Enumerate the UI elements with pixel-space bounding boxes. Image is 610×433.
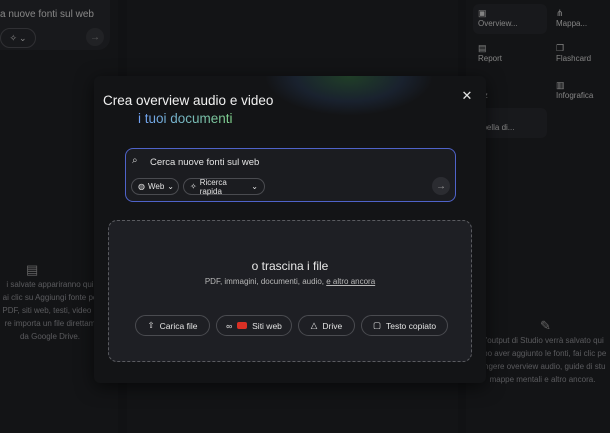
websites-button[interactable]: ∞ Siti web [216, 315, 292, 336]
youtube-icon [237, 322, 248, 329]
add-sources-dialog: Crea overview audio e video i tuoi docum… [94, 76, 486, 383]
drive-icon: △ [310, 320, 318, 330]
dropzone-heading: o trascina i file [251, 259, 329, 273]
upload-file-button[interactable]: ⇧ Carica file [135, 315, 210, 336]
source-web-dropdown[interactable]: ◍ Web ⌄ [131, 178, 179, 195]
drive-button[interactable]: △ Drive [298, 315, 355, 336]
dropzone-subtitle: PDF, immagini, documenti, audio, e altro… [204, 277, 376, 286]
search-submit-button[interactable]: → [432, 177, 450, 195]
copied-text-button[interactable]: ▢ Testo copiato [361, 315, 448, 336]
chevron-down-icon: ⌄ [167, 182, 174, 191]
web-search-box: ⌕ ◍ Web ⌄ ✧ Ricerca rapida ⌄ → [125, 148, 456, 202]
arrow-right-icon: → [436, 180, 446, 192]
web-search-input[interactable] [148, 152, 442, 172]
globe-icon: ◍ [138, 182, 145, 191]
upload-icon: ⇧ [147, 320, 155, 330]
header-glow [264, 76, 434, 116]
dialog-title-highlight: i tuoi documenti [138, 111, 233, 126]
search-icon: ⌕ [132, 155, 138, 166]
chevron-down-icon: ⌄ [251, 182, 258, 191]
file-dropzone[interactable]: o trascina i file PDF, immagini, documen… [108, 220, 472, 362]
close-button[interactable]: ✕ [458, 87, 476, 105]
sparkle-search-icon: ✧ [190, 182, 197, 191]
search-mode-dropdown[interactable]: ✧ Ricerca rapida ⌄ [183, 178, 265, 196]
more-formats-link[interactable]: e altro ancora [326, 277, 375, 286]
clipboard-icon: ▢ [372, 320, 381, 330]
dialog-title: Crea overview audio e video [103, 93, 274, 108]
link-icon: ∞ [226, 320, 233, 331]
close-icon: ✕ [461, 88, 473, 103]
